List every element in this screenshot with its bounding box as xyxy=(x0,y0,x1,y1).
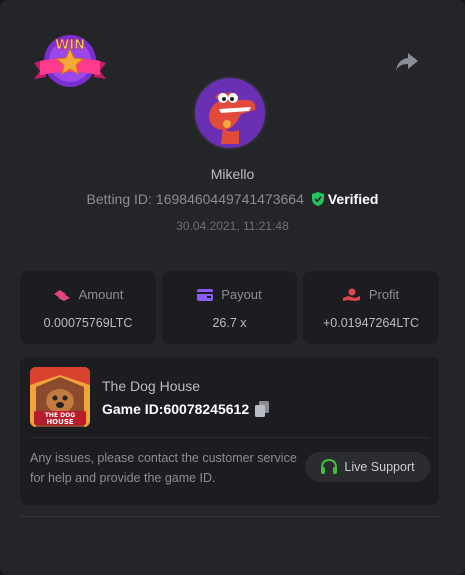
verified-label: Verified xyxy=(327,191,379,207)
divider xyxy=(20,516,439,517)
live-support-button[interactable]: Live Support xyxy=(305,452,430,482)
betting-id-value: 1698460449741473664 xyxy=(155,191,304,207)
betting-id-row: Betting ID: 1698460449741473664 Verified xyxy=(0,191,465,207)
payout-label: Payout xyxy=(221,287,262,302)
bet-details-panel: WIN Mikello Betting ID: 1698460449741473… xyxy=(0,0,465,575)
amount-value: 0.00075769LTC xyxy=(43,316,133,330)
amount-card: Amount 0.00075769LTC xyxy=(20,271,156,344)
svg-text:HOUSE: HOUSE xyxy=(46,418,74,426)
wallet-card-icon xyxy=(197,288,214,301)
win-badge-icon: WIN xyxy=(32,33,108,89)
username: Mikello xyxy=(210,166,255,182)
live-support-label: Live Support xyxy=(344,460,415,474)
game-thumbnail[interactable]: THE DOG HOUSE xyxy=(30,367,90,427)
game-info-card: THE DOG HOUSE The Dog House Game ID: 600… xyxy=(20,357,439,505)
share-icon[interactable] xyxy=(394,50,420,74)
payout-card: Payout 26.7 x xyxy=(162,271,297,344)
copy-icon[interactable] xyxy=(255,401,270,417)
profit-card: Profit +0.01947264LTC xyxy=(303,271,439,344)
svg-text:WIN: WIN xyxy=(55,38,85,53)
game-name: The Dog House xyxy=(102,378,201,394)
game-id-value: 60078245612 xyxy=(163,401,250,417)
headset-icon xyxy=(321,458,338,474)
profit-label: Profit xyxy=(368,287,400,302)
support-notice: Any issues, please contact the customer … xyxy=(30,451,297,485)
divider xyxy=(30,437,429,438)
hand-coin-icon xyxy=(342,288,360,301)
crocodile-avatar xyxy=(193,76,267,150)
profit-value: +0.01947264LTC xyxy=(322,316,420,330)
amount-label: Amount xyxy=(78,287,124,302)
bet-timestamp: 30.04.2021, 11:21:48 xyxy=(176,219,289,233)
bet-chip-icon xyxy=(53,289,70,301)
game-id-row: Game ID: 60078245612 xyxy=(102,401,270,417)
game-id-label: Game ID: xyxy=(102,401,164,417)
payout-value: 26.7 x xyxy=(212,316,247,330)
betting-id-label: Betting ID: xyxy=(86,191,152,207)
verified-shield-icon xyxy=(311,192,324,206)
